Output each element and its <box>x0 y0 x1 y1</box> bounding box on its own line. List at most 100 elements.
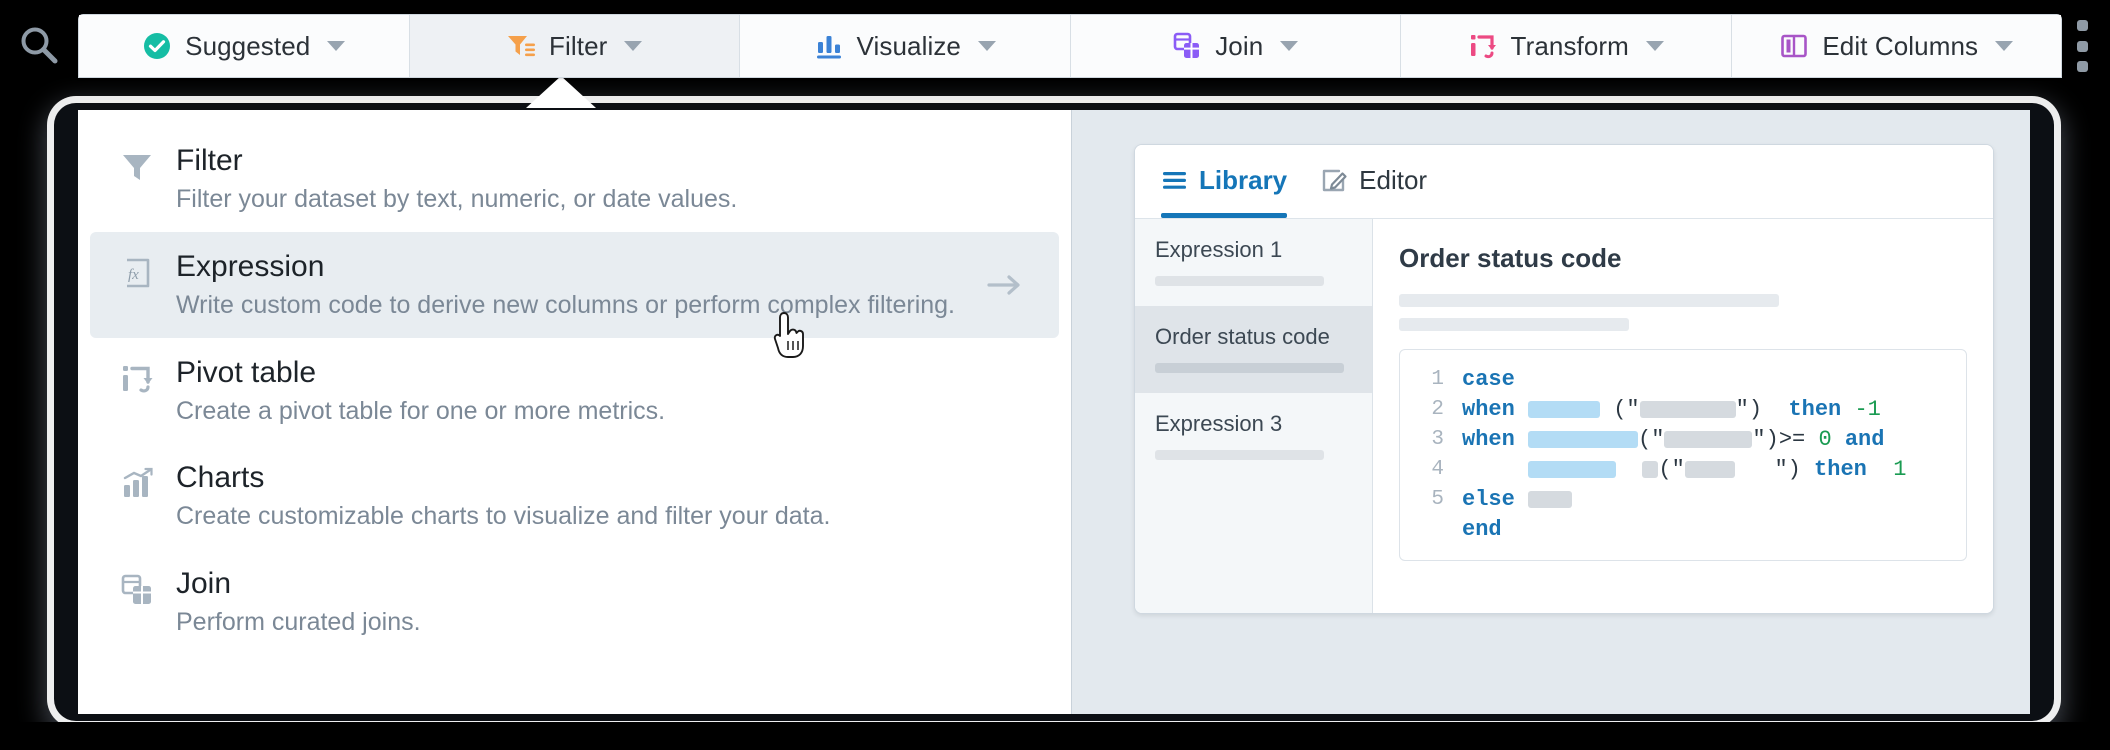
menu-item-desc: Create customizable charts to visualize … <box>176 502 831 531</box>
code-token: and <box>1844 426 1885 452</box>
code-token: (" <box>1658 456 1685 482</box>
expression-name: Expression 1 <box>1155 237 1283 262</box>
menu-item-text: Join Perform curated joins. <box>176 567 421 637</box>
menu-item-filter[interactable]: Filter Filter your dataset by text, nume… <box>90 126 1059 232</box>
line-number: 3 <box>1431 427 1444 451</box>
line-number: 2 <box>1431 397 1444 421</box>
card-tab-label: Editor <box>1359 165 1428 195</box>
code-literal-token <box>1642 460 1659 478</box>
menu-item-title: Join <box>176 567 232 600</box>
menu-item-join[interactable]: Join Perform curated joins. <box>90 549 1059 655</box>
chevron-down-icon <box>327 41 346 51</box>
expression-name: Order status code <box>1155 324 1330 349</box>
expression-skeleton-bar <box>1155 450 1325 460</box>
code-literal-token <box>1528 490 1573 508</box>
search-icon[interactable] <box>18 24 60 66</box>
tab-transform[interactable]: Transform <box>1401 15 1732 77</box>
code-column-token <box>1528 400 1601 418</box>
code-token: end <box>1462 516 1502 542</box>
code-line: 1 case <box>1410 364 1950 394</box>
svg-text:fx: fx <box>128 267 139 283</box>
list-lines-icon <box>1163 172 1186 189</box>
card-tab-label: Library <box>1199 165 1288 195</box>
tab-editor[interactable]: Editor <box>1321 145 1427 218</box>
code-token: 1 <box>1893 456 1907 482</box>
code-line: 4 (" ") then 1 <box>1410 454 1950 484</box>
line-number: 5 <box>1431 487 1444 511</box>
detail-skeleton-bar <box>1399 318 1629 331</box>
filter-funnel-icon <box>123 155 151 180</box>
line-number: 1 <box>1431 367 1444 391</box>
code-block[interactable]: 1 case 2 when (" ") then -1 3 when (" ")>= 0 an… <box>1399 349 1967 561</box>
chevron-down-icon <box>1645 41 1664 51</box>
tab-suggested[interactable]: Suggested <box>79 15 410 77</box>
menu-item-pivot-table[interactable]: Pivot table Create a pivot table for one… <box>90 338 1059 444</box>
expression-list-item[interactable]: Expression 3 <box>1135 393 1372 480</box>
menu-item-title: Pivot table <box>176 355 317 389</box>
code-token: 0 <box>1818 426 1832 452</box>
chart-trend-icon <box>123 468 153 498</box>
code-token: ") <box>1774 456 1801 482</box>
app-window: Suggested Filter Visualize Join Transfor… <box>0 0 2110 750</box>
window-bottom-bar <box>0 722 2110 750</box>
tab-label: Edit Columns <box>1822 30 1979 61</box>
menu-item-desc: Perform curated joins. <box>176 608 421 636</box>
more-vertical-icon[interactable] <box>2072 20 2092 72</box>
join-tables-icon <box>121 574 151 604</box>
code-token: when <box>1462 396 1515 422</box>
expression-skeleton-bar <box>1155 276 1325 286</box>
code-line: end <box>1410 514 1950 544</box>
expression-skeleton-bar <box>1155 363 1345 373</box>
filter-dropdown-panel: Filter Filter your dataset by text, nume… <box>78 110 2030 714</box>
expression-library-card: Library Editor Expression 1 Order status… <box>1134 144 1994 614</box>
expression-list-item[interactable]: Order status code <box>1135 306 1372 393</box>
tab-edit-columns[interactable]: Edit Columns <box>1731 15 2061 77</box>
tab-library[interactable]: Library <box>1161 145 1288 218</box>
expression-name: Expression 3 <box>1155 411 1283 436</box>
menu-item-title: Expression <box>176 249 325 283</box>
tab-join[interactable]: Join <box>1070 15 1401 77</box>
menu-item-title: Charts <box>176 461 265 495</box>
chevron-down-icon <box>624 41 643 51</box>
code-token: when <box>1462 426 1515 452</box>
menu-item-text: Filter Filter your dataset by text, nume… <box>176 144 737 214</box>
transform-icon <box>1470 35 1496 59</box>
code-literal-token <box>1684 460 1735 478</box>
chevron-down-icon <box>977 41 996 51</box>
tab-filter[interactable]: Filter <box>409 15 740 77</box>
filter-icon <box>508 36 536 57</box>
code-token: -1 <box>1854 396 1881 422</box>
arrow-right-icon <box>987 275 1020 295</box>
join-tables-icon <box>1173 32 1200 58</box>
menu-item-expression[interactable]: fx Expression Write custom code to deriv… <box>90 231 1059 338</box>
code-literal-token <box>1639 400 1736 418</box>
tab-label: Join <box>1215 30 1264 61</box>
check-circle-icon <box>144 33 171 59</box>
preview-pane: Library Editor Expression 1 Order status… <box>1071 110 2030 714</box>
code-column-token <box>1528 430 1639 448</box>
menu-item-charts[interactable]: Charts Create customizable charts to vis… <box>90 443 1059 549</box>
menu-item-text: Expression Write custom code to derive n… <box>176 250 955 320</box>
code-literal-token <box>1664 430 1753 448</box>
tab-label: Visualize <box>856 30 961 61</box>
card-body: Expression 1 Order status code Expressio… <box>1135 219 1993 613</box>
menu-item-text: Charts Create customizable charts to vis… <box>176 461 830 531</box>
tab-visualize[interactable]: Visualize <box>740 15 1071 77</box>
menu-list: Filter Filter your dataset by text, nume… <box>78 110 1071 714</box>
code-token: ")>= <box>1752 426 1806 452</box>
code-token: (" <box>1613 396 1640 422</box>
tab-label: Transform <box>1510 30 1629 61</box>
expression-list-item[interactable]: Expression 1 <box>1135 219 1372 306</box>
code-line: 5 else <box>1410 484 1950 514</box>
columns-icon <box>1781 34 1808 58</box>
kebab-dot <box>2076 40 2088 52</box>
